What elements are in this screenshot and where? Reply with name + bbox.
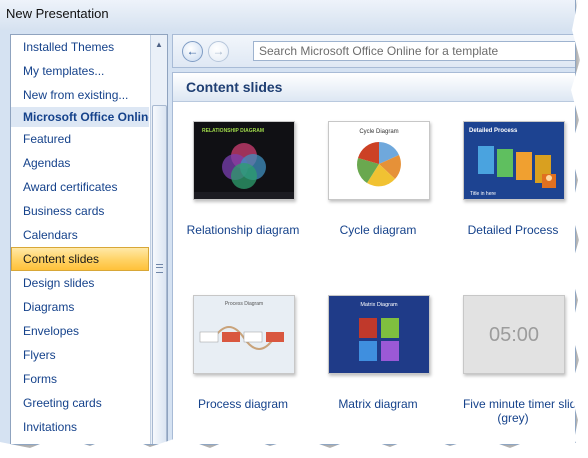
torn-edge-decoration: [0, 0, 588, 458]
